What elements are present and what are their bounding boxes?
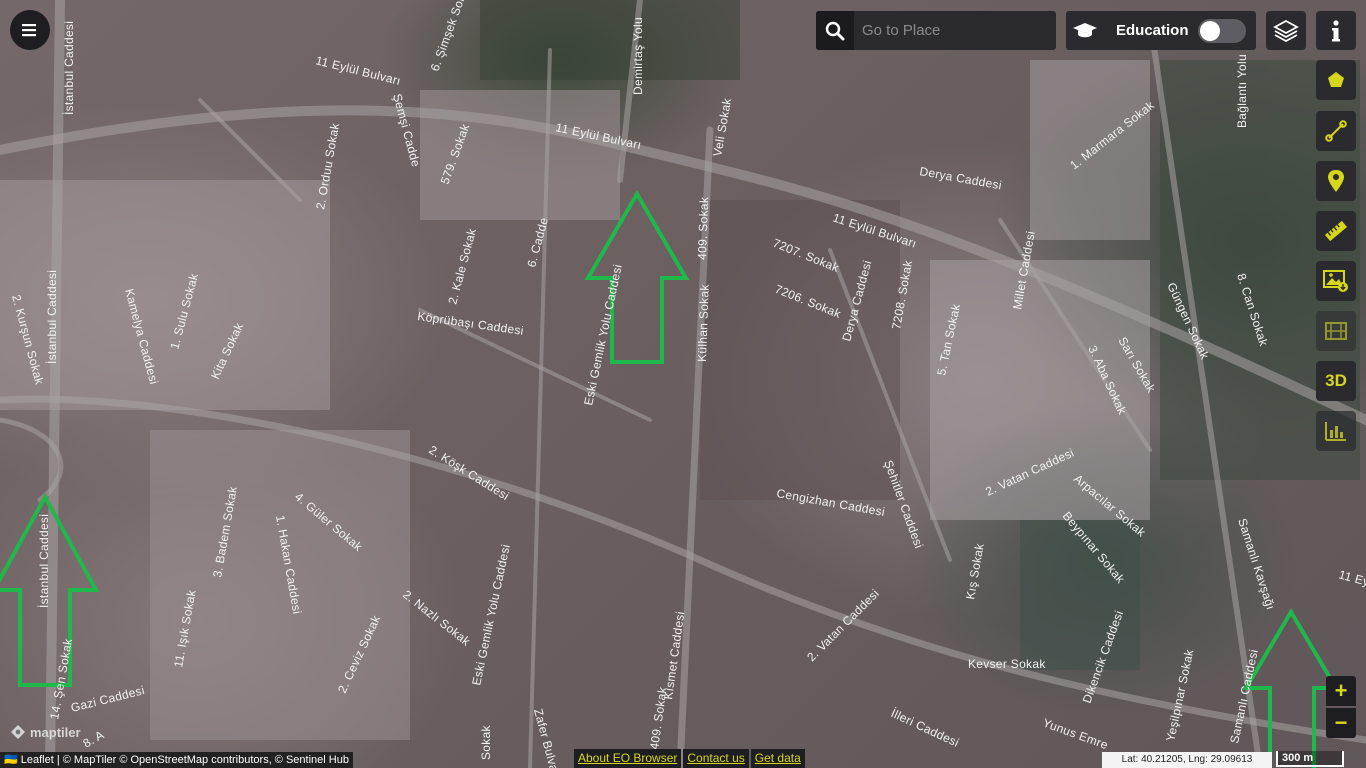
road-label: Yeşilpınar Sokak [1163, 647, 1196, 742]
road-label: Demirtaş Yolu [631, 17, 645, 95]
search-input[interactable] [860, 21, 1049, 40]
layers-icon [1273, 19, 1299, 42]
road-label: Kevser Sokak [968, 657, 1046, 671]
road-label: 2. Kale Sokak [445, 226, 479, 306]
road-label: Sokak [479, 724, 493, 760]
line-measure-icon [1325, 120, 1347, 142]
road-label: 11 Ey [1337, 567, 1366, 589]
info-icon [1332, 19, 1340, 41]
contact-us-link[interactable]: Contact us [683, 749, 749, 768]
maptiler-logo[interactable]: maptiler [10, 724, 81, 740]
road-label: Kış Sokak [963, 542, 987, 601]
road-label: 11 Eylül Bulvarı [314, 53, 402, 88]
road-label: 409. Sokak [647, 685, 670, 750]
road-label: Eski Gemlik Yolu Caddesi [581, 263, 625, 407]
road-label: Bağlantı Yolu [1235, 54, 1249, 128]
road-label: Külhan Sokak [695, 283, 712, 362]
road-label: 2. Köşk Caddesi [426, 443, 511, 504]
get-data-link[interactable]: Get data [750, 749, 805, 768]
map-canvas[interactable]: İstanbul Caddesi 11 Eylül Bulvarı 6. Şim… [0, 0, 1366, 768]
road-label: 2. Nazlı Sokak [400, 587, 473, 649]
bar-chart-icon [1325, 422, 1346, 441]
road-label: 409. Sokak [695, 196, 711, 260]
3d-view-button[interactable]: 3D [1316, 361, 1356, 401]
download-image-button[interactable] [1316, 261, 1356, 301]
search-box [816, 11, 1056, 50]
road-label: İstanbul Caddesi [37, 514, 51, 608]
road-label: 2. Orduu Sokak [313, 121, 342, 210]
hamburger-icon [22, 24, 36, 37]
road-label: Şemşi Cadde [390, 92, 423, 168]
road-label: Şehitler Caddesi [881, 458, 926, 550]
image-download-icon [1323, 270, 1348, 292]
road-label: Zafer Bulvarı [531, 707, 563, 768]
footer-links: About EO Browser Contact us Get data [574, 749, 807, 768]
road-label: 6. Cadde [524, 216, 551, 269]
statistics-button[interactable] [1316, 411, 1356, 451]
ruler-icon [1325, 220, 1347, 242]
road-label: Eski Gemlik Yolu Caddesi [469, 543, 513, 687]
about-eo-browser-link[interactable]: About EO Browser [574, 749, 682, 768]
film-icon [1325, 322, 1347, 340]
graduation-cap-icon [1066, 11, 1104, 50]
search-icon [825, 21, 845, 40]
road-label: Veli Sokak [710, 96, 734, 157]
cursor-coordinates: Lat: 40.21205, Lng: 29.09613 [1102, 752, 1272, 768]
road-label: Gazi Caddesi [69, 683, 146, 715]
measure-button[interactable] [1316, 211, 1356, 251]
education-mode[interactable]: Education [1066, 11, 1256, 50]
maptiler-icon [11, 725, 25, 739]
road-label: İstanbul Caddesi [62, 21, 76, 115]
zoom-out-button[interactable]: − [1326, 708, 1356, 738]
road-label: Derya Caddesi [918, 164, 1002, 192]
road-label: 6. Şimşek Sokak [428, 0, 473, 73]
map-pin-icon [1328, 170, 1344, 192]
draw-polygon-button[interactable] [1316, 60, 1356, 100]
road-label: İstanbul Caddesi [45, 270, 59, 364]
place-marker-button[interactable] [1316, 161, 1356, 201]
zoom-in-button[interactable]: + [1326, 676, 1356, 706]
menu-button[interactable] [10, 10, 50, 50]
road-label: İlleri Caddesi [889, 706, 962, 750]
road-label: Samanlı Kavşağı [1235, 517, 1278, 612]
scale-bar: 300 m [1276, 751, 1344, 767]
road-label: 8. A [81, 728, 107, 751]
road-label: Yunus Emre [1041, 716, 1110, 753]
toggle-knob [1200, 21, 1220, 41]
info-button[interactable] [1316, 11, 1356, 50]
education-label: Education [1116, 22, 1189, 39]
maptiler-logo-text: maptiler [30, 724, 81, 740]
layers-button[interactable] [1266, 11, 1306, 50]
polygon-icon [1328, 72, 1344, 87]
map-attribution[interactable]: 🇺🇦 Leaflet | © MapTiler © OpenStreetMap … [0, 752, 353, 768]
draw-line-button[interactable] [1316, 111, 1356, 151]
3d-label: 3D [1325, 371, 1347, 390]
timelapse-button[interactable] [1316, 311, 1356, 351]
education-toggle[interactable] [1198, 19, 1246, 43]
satellite-map[interactable]: İstanbul Caddesi 11 Eylül Bulvarı 6. Şim… [0, 0, 1366, 768]
search-button[interactable] [816, 11, 854, 50]
